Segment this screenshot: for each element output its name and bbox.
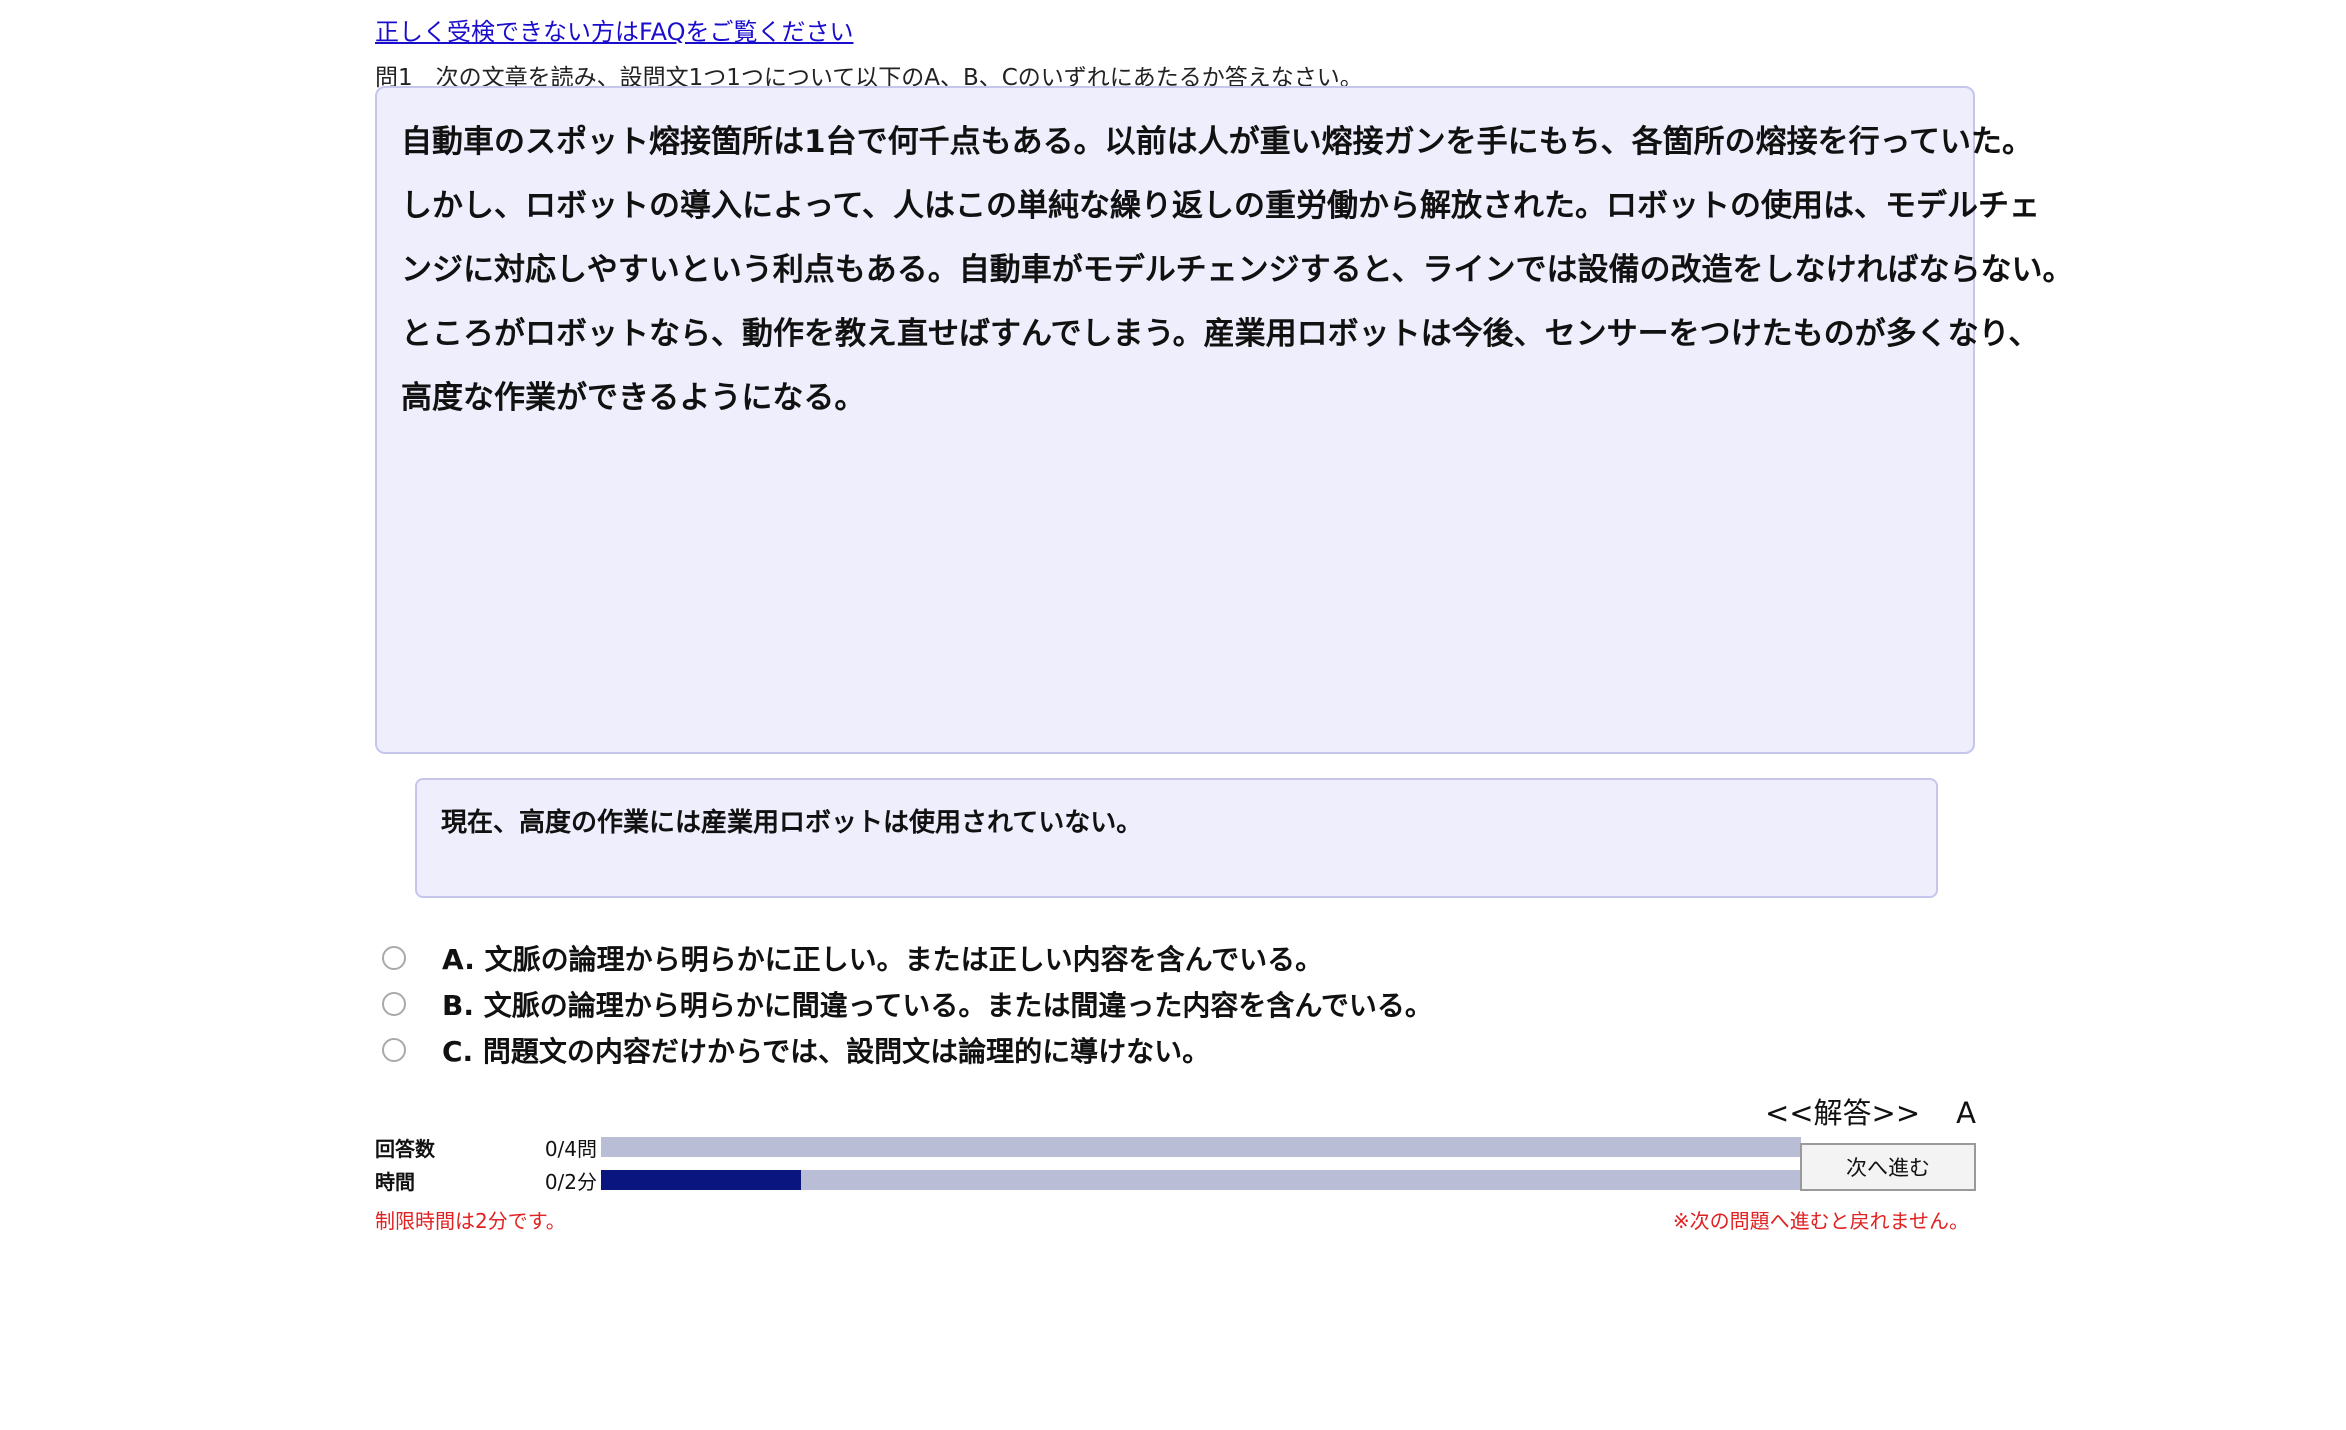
answer-label: <<解答>>	[1764, 1096, 1921, 1130]
option-b[interactable]: B. 文脈の論理から明らかに間違っている。または間違った内容を含んでいる。	[382, 981, 1433, 1027]
option-c-radio[interactable]	[382, 1038, 406, 1062]
passage-line: ンジに対応しやすいという利点もある。自動車がモデルチェンジすると、ラインでは設備…	[401, 252, 2074, 288]
passage-line: しかし、ロボットの導入によって、人はこの単純な繰り返しの重労働から解放された。ロ…	[401, 188, 2040, 224]
passage-line: ところがロボットなら、動作を教え直せばすんでしまう。産業用ロボットは今後、センサ…	[401, 316, 2040, 352]
answered-count-label: 回答数	[375, 1136, 435, 1161]
time-progress-fill	[601, 1170, 802, 1190]
answer-display: <<解答>> A	[1765, 1090, 1976, 1132]
test-page: 正しく受検できない方はFAQをご覧ください 問1 次の文章を読み、設問文1つ1つ…	[0, 0, 2346, 1430]
passage-line: 高度な作業ができるようになる。	[401, 380, 866, 416]
time-progress-bar	[601, 1170, 1801, 1190]
faq-link[interactable]: 正しく受検できない方はFAQをご覧ください	[375, 12, 854, 47]
answered-count-row: 回答数 0/4問	[375, 1135, 1801, 1161]
option-a[interactable]: A. 文脈の論理から明らかに正しい。または正しい内容を含んでいる。	[382, 935, 1433, 981]
passage-line: 自動車のスポット熔接箇所は1台で何千点もある。以前は人が重い熔接ガンを手にもち、…	[401, 124, 2034, 160]
time-value: 0/2分	[544, 1169, 597, 1194]
option-b-radio[interactable]	[382, 992, 406, 1016]
option-c-label[interactable]: C. 問題文の内容だけからでは、設問文は論理的に導けない。	[442, 1030, 1210, 1070]
answered-count-value: 0/4問	[544, 1136, 597, 1161]
time-row: 時間 0/2分	[375, 1168, 1801, 1194]
statement-text: 現在、高度の作業には産業用ロボットは使用されていない。	[441, 808, 1143, 838]
answered-progress-bar	[601, 1137, 1801, 1157]
answer-value: A	[1956, 1096, 1976, 1130]
passage-panel: 自動車のスポット熔接箇所は1台で何千点もある。以前は人が重い熔接ガンを手にもち、…	[375, 86, 2074, 754]
time-limit-note: 制限時間は2分です。	[375, 1209, 566, 1233]
statement-panel: 現在、高度の作業には産業用ロボットは使用されていない。	[415, 778, 1938, 898]
option-c[interactable]: C. 問題文の内容だけからでは、設問文は論理的に導けない。	[382, 1027, 1433, 1073]
option-a-radio[interactable]	[382, 946, 406, 970]
next-button[interactable]: 次へ進む	[1800, 1143, 1976, 1191]
option-b-label[interactable]: B. 文脈の論理から明らかに間違っている。または間違った内容を含んでいる。	[442, 984, 1433, 1024]
no-return-note: ※次の問題へ進むと戻れません。	[1672, 1209, 1969, 1233]
answer-options: A. 文脈の論理から明らかに正しい。または正しい内容を含んでいる。 B. 文脈の…	[382, 935, 1433, 1073]
option-a-label[interactable]: A. 文脈の論理から明らかに正しい。または正しい内容を含んでいる。	[442, 938, 1323, 978]
time-label: 時間	[375, 1169, 415, 1194]
